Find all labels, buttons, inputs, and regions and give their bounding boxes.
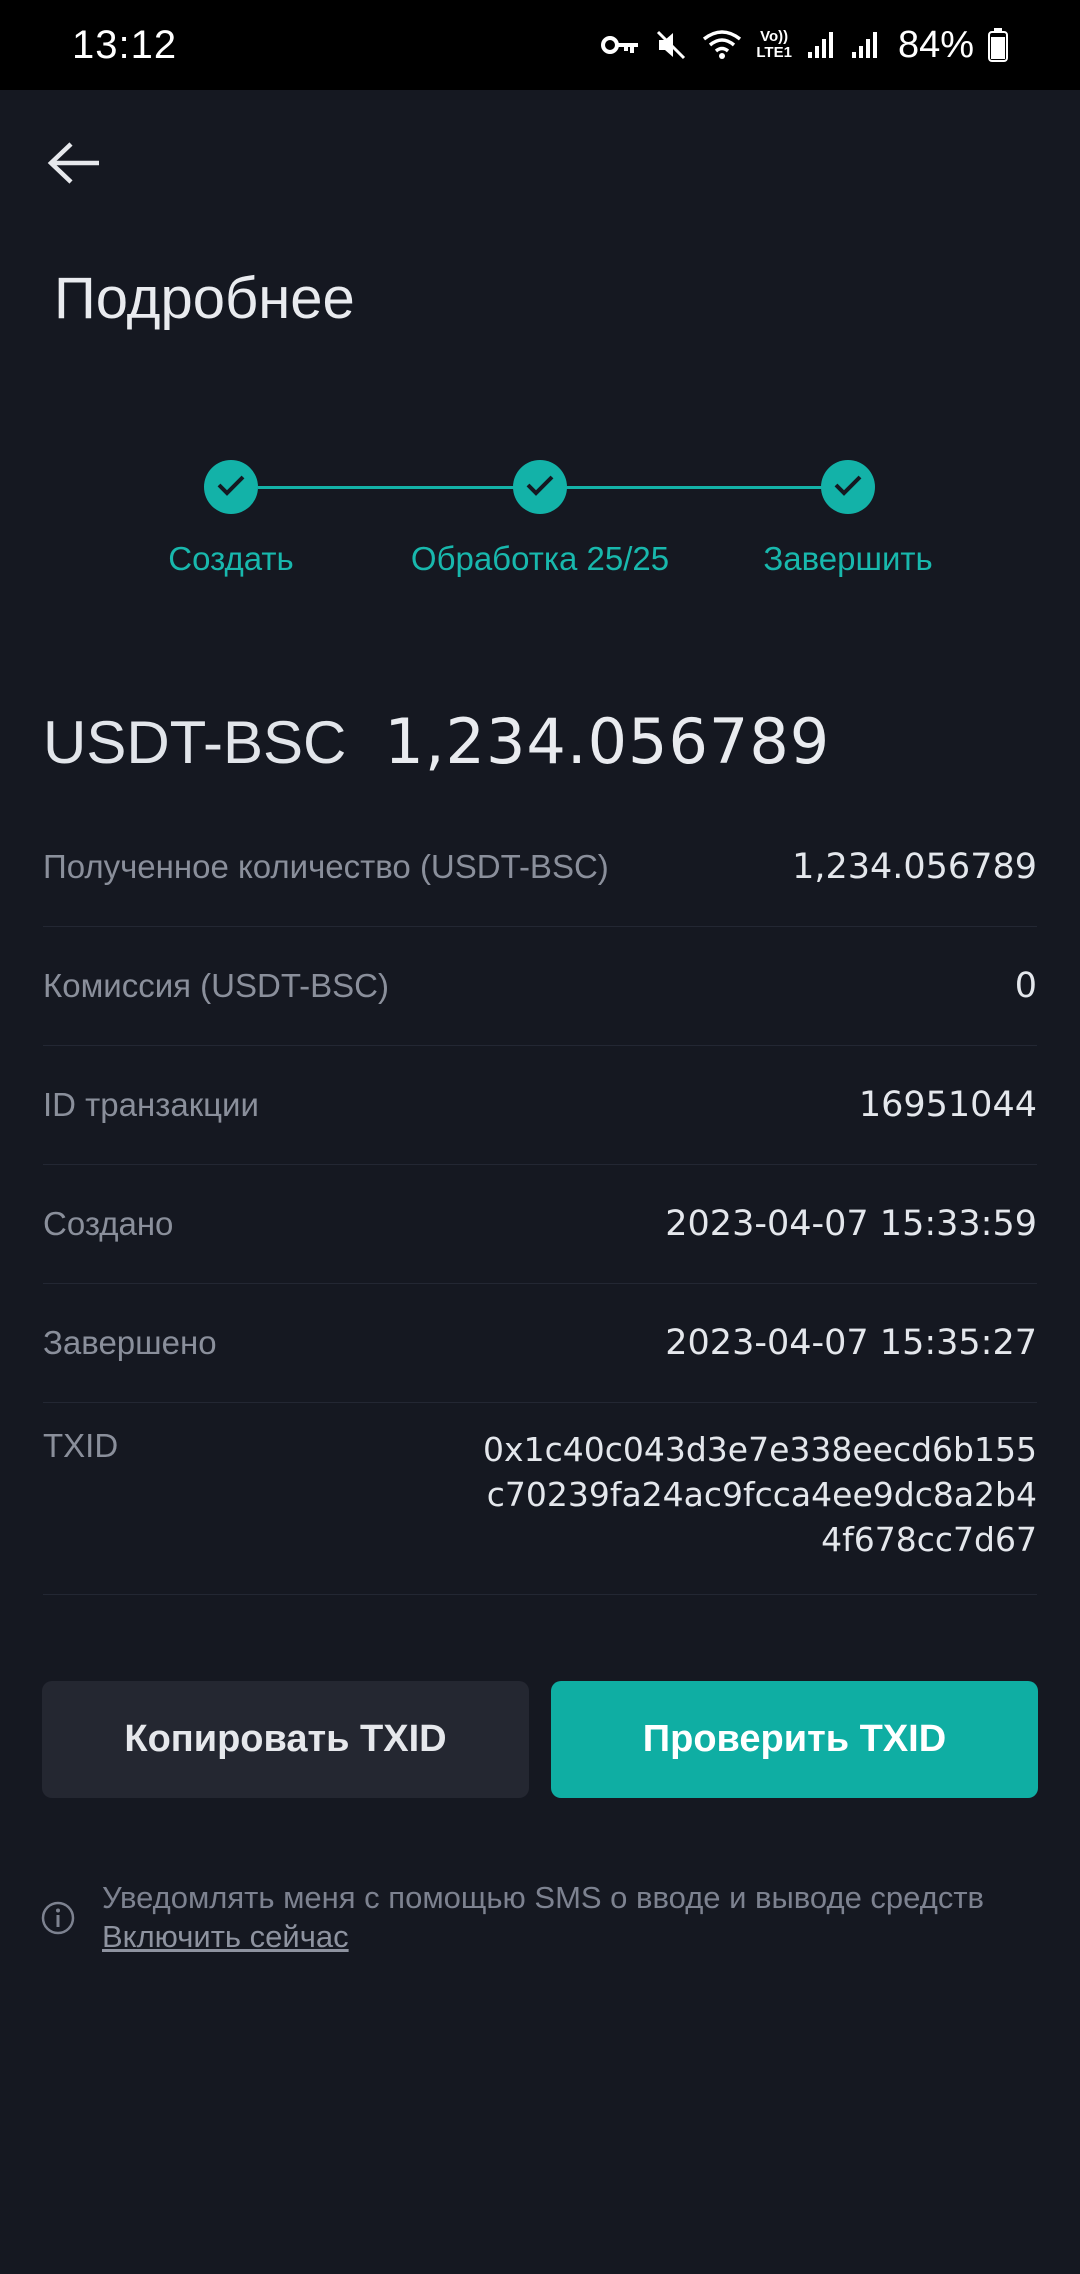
asset-name: USDT-BSC bbox=[43, 709, 347, 776]
step-done-marker bbox=[513, 460, 567, 514]
step-label-complete: Завершить bbox=[763, 540, 933, 577]
page-title: Подробнее bbox=[54, 266, 355, 331]
detail-row-txid: TXID 0x1c40c043d3e7e338eecd6b155c70239fa… bbox=[43, 1403, 1037, 1595]
detail-row-received: Полученное количество (USDT-BSC) 1,234.0… bbox=[43, 808, 1037, 927]
mute-icon bbox=[654, 28, 688, 62]
detail-value: 1,234.056789 bbox=[792, 847, 1037, 887]
asset-amount: 1,234.056789 bbox=[384, 705, 831, 778]
battery-percent: 84% bbox=[897, 23, 974, 66]
step-done-marker bbox=[821, 460, 875, 514]
detail-value: 0 bbox=[1014, 966, 1037, 1006]
step-connector bbox=[258, 486, 516, 489]
check-txid-button[interactable]: Проверить TXID bbox=[551, 1681, 1038, 1798]
volte-icon: Vo)) LTE1 bbox=[756, 28, 792, 61]
status-bar: 13:12 Vo)) LTE1 84% bbox=[0, 0, 1080, 90]
detail-label: TXID bbox=[43, 1427, 119, 1464]
checkmark-icon bbox=[833, 473, 863, 502]
back-button[interactable] bbox=[40, 130, 110, 200]
step-connector bbox=[566, 486, 824, 489]
wifi-icon bbox=[702, 29, 742, 61]
battery-icon bbox=[988, 28, 1008, 62]
checkmark-icon bbox=[216, 473, 246, 502]
key-icon bbox=[600, 33, 640, 57]
status-icons: Vo)) LTE1 84% bbox=[600, 24, 1008, 67]
notice-text-block: Уведомлять меня с помощью SMS о вводе и … bbox=[102, 1878, 984, 1956]
info-icon bbox=[40, 1900, 76, 1956]
detail-value: 2023-04-07 15:33:59 bbox=[665, 1204, 1037, 1244]
step-label-processing: Обработка 25/25 bbox=[410, 540, 670, 577]
txid-value[interactable]: 0x1c40c043d3e7e338eecd6b155c70239fa24ac9… bbox=[477, 1427, 1037, 1562]
checkmark-icon bbox=[525, 473, 555, 502]
detail-label: ID транзакции bbox=[43, 1086, 259, 1123]
detail-row-fee: Комиссия (USDT-BSC) 0 bbox=[43, 927, 1037, 1046]
detail-row-completed: Завершено 2023-04-07 15:35:27 bbox=[43, 1284, 1037, 1403]
sms-notice: Уведомлять меня с помощью SMS о вводе и … bbox=[40, 1878, 1040, 1956]
arrow-left-icon bbox=[47, 141, 103, 190]
signal-icon bbox=[806, 30, 836, 60]
progress-stepper: Создать Обработка 25/25 Завершить bbox=[0, 460, 1080, 600]
detail-label: Завершено bbox=[43, 1324, 217, 1361]
step-done-marker bbox=[204, 460, 258, 514]
detail-row-transaction-id: ID транзакции 16951044 bbox=[43, 1046, 1037, 1165]
detail-row-created: Создано 2023-04-07 15:33:59 bbox=[43, 1165, 1037, 1284]
detail-label: Полученное количество (USDT-BSC) bbox=[43, 848, 609, 885]
transaction-details: Полученное количество (USDT-BSC) 1,234.0… bbox=[43, 808, 1037, 1595]
amount-summary: USDT-BSC 1,234.056789 bbox=[43, 705, 830, 778]
signal-icon bbox=[850, 30, 880, 60]
notice-text: Уведомлять меня с помощью SMS о вводе и … bbox=[102, 1880, 984, 1915]
copy-txid-button[interactable]: Копировать TXID bbox=[42, 1681, 529, 1798]
step-label-create: Создать bbox=[168, 540, 294, 577]
detail-value: 2023-04-07 15:35:27 bbox=[665, 1323, 1037, 1363]
detail-label: Комиссия (USDT-BSC) bbox=[43, 967, 390, 1004]
enable-now-link[interactable]: Включить сейчас bbox=[102, 1917, 984, 1956]
detail-label: Создано bbox=[43, 1205, 174, 1242]
status-time: 13:12 bbox=[72, 22, 178, 67]
detail-value: 16951044 bbox=[858, 1085, 1037, 1125]
